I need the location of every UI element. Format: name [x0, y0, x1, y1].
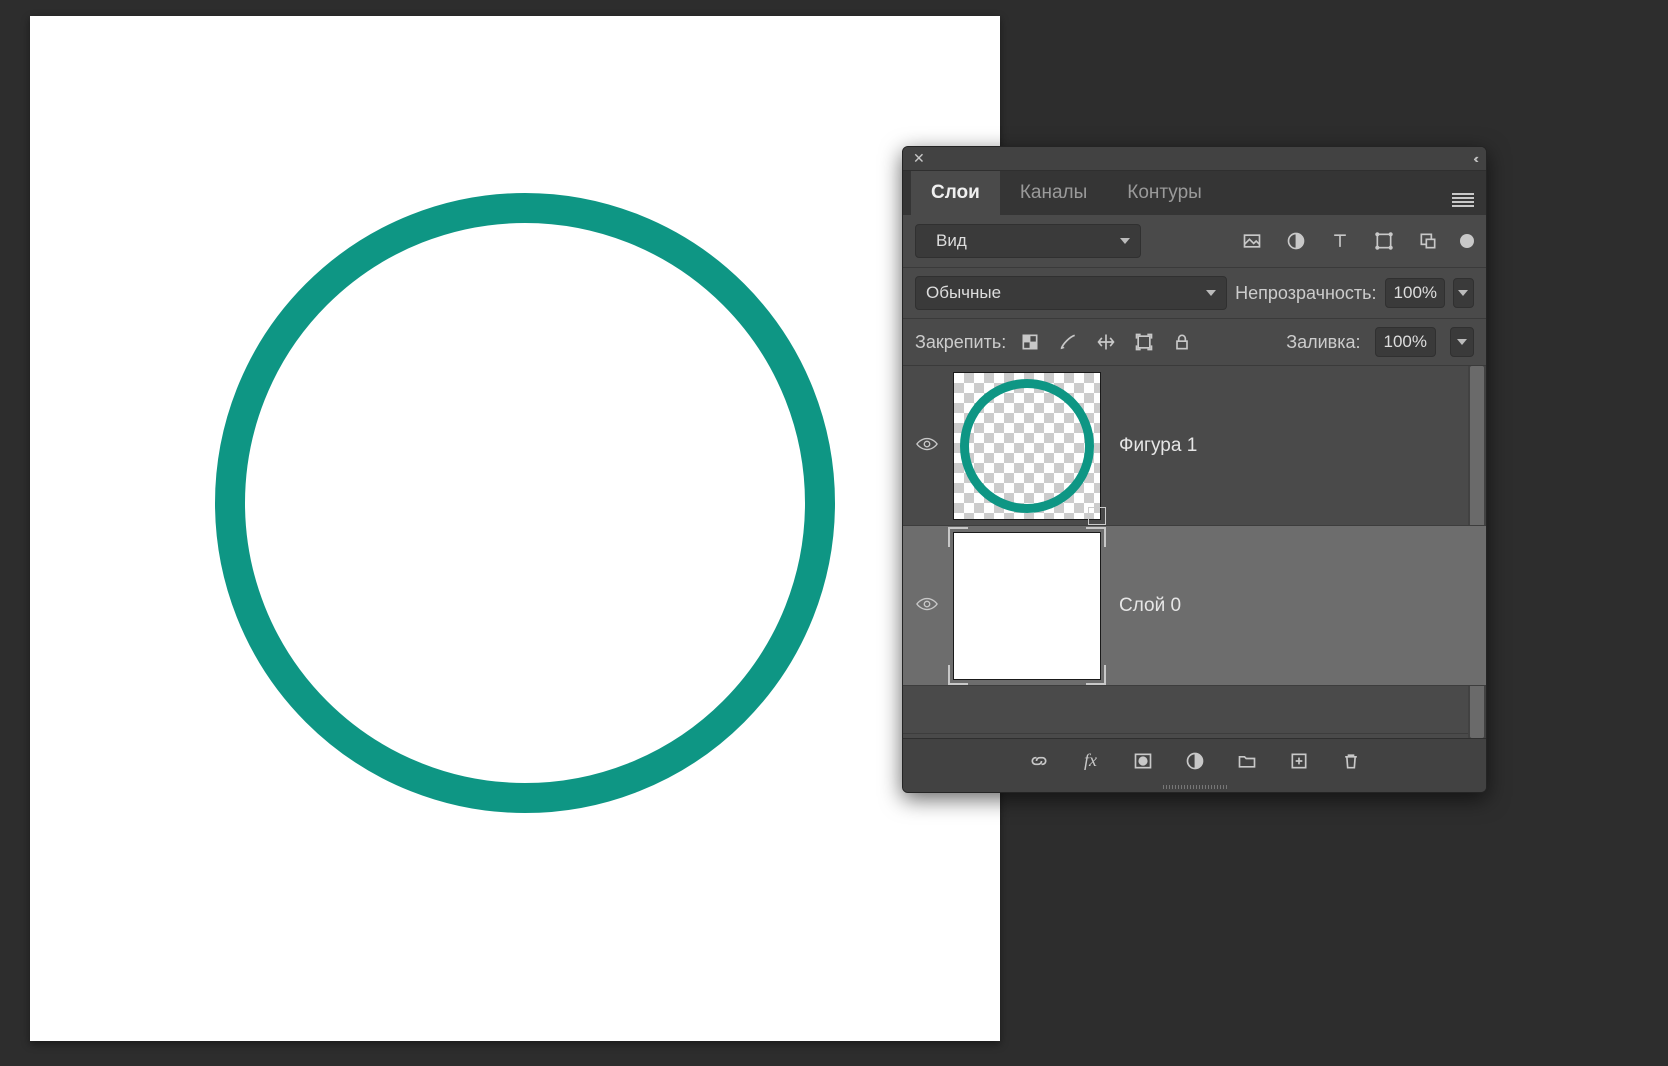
group-icon[interactable]	[1237, 751, 1257, 771]
fill-value[interactable]: 100%	[1375, 327, 1436, 357]
filter-shape-icon[interactable]	[1374, 231, 1394, 251]
canvas-bounds-icon	[948, 527, 1106, 685]
opacity-label: Непрозрачность:	[1235, 283, 1376, 304]
layer-mask-icon[interactable]	[1133, 751, 1153, 771]
shape-circle-ring[interactable]	[215, 193, 835, 813]
shape-ring-thumb-icon	[960, 379, 1094, 513]
filter-toggle[interactable]	[1460, 234, 1474, 248]
opacity-stepper[interactable]	[1453, 278, 1474, 308]
adjustment-layer-icon[interactable]	[1185, 751, 1205, 771]
fill-label: Заливка:	[1286, 332, 1360, 353]
chevron-down-icon	[1206, 290, 1216, 296]
layer-name[interactable]: Слой 0	[1119, 595, 1181, 617]
eye-icon	[916, 595, 938, 609]
tab-layers[interactable]: Слои	[911, 171, 1000, 215]
panel-menu-icon[interactable]	[1452, 179, 1474, 207]
eye-icon	[916, 435, 938, 449]
blend-mode-select[interactable]: Обычные	[915, 276, 1227, 310]
layers-list: Фигура 1 Слой 0	[903, 366, 1486, 738]
tab-paths[interactable]: Контуры	[1107, 171, 1222, 215]
layer-row[interactable]: Фигура 1	[903, 366, 1486, 526]
tab-label: Каналы	[1020, 182, 1087, 204]
lock-row: Закрепить: Заливка: 100%	[903, 319, 1486, 366]
filter-pixel-icon[interactable]	[1242, 231, 1262, 251]
layer-row[interactable]: Слой 0	[903, 526, 1486, 686]
lock-brush-icon[interactable]	[1058, 332, 1078, 352]
filter-row: Вид	[903, 215, 1486, 268]
lock-position-icon[interactable]	[1096, 332, 1116, 352]
panel-resize-grip[interactable]	[903, 782, 1486, 792]
opacity-value[interactable]: 100%	[1385, 278, 1445, 308]
fill-stepper[interactable]	[1450, 327, 1474, 357]
delete-layer-icon[interactable]	[1341, 751, 1361, 771]
layers-bottom-bar: fx	[903, 738, 1486, 782]
layers-empty-area[interactable]	[903, 686, 1486, 734]
layer-style-icon[interactable]: fx	[1081, 751, 1101, 771]
visibility-toggle[interactable]	[903, 595, 951, 616]
panel-tabs: Слои Каналы Контуры	[903, 171, 1486, 215]
blend-mode-label: Обычные	[926, 283, 1001, 303]
tab-channels[interactable]: Каналы	[1000, 171, 1107, 215]
lock-pixels-icon[interactable]	[1020, 332, 1040, 352]
lock-label: Закрепить:	[915, 332, 1006, 353]
blend-row: Обычные Непрозрачность: 100%	[903, 268, 1486, 319]
layer-thumbnail[interactable]	[953, 532, 1101, 680]
filter-adjust-icon[interactable]	[1286, 231, 1306, 251]
lock-all-icon[interactable]	[1172, 332, 1192, 352]
canvas-document[interactable]	[30, 16, 1000, 1041]
filter-kind-select[interactable]: Вид	[915, 224, 1141, 258]
layer-name[interactable]: Фигура 1	[1119, 435, 1197, 457]
visibility-toggle[interactable]	[903, 435, 951, 456]
lock-artboard-icon[interactable]	[1134, 332, 1154, 352]
shape-badge-icon	[1088, 507, 1106, 525]
filter-kind-label: Вид	[936, 231, 967, 251]
filter-type-icon[interactable]	[1330, 231, 1350, 251]
filter-smart-icon[interactable]	[1418, 231, 1438, 251]
chevron-down-icon	[1120, 238, 1130, 244]
layer-thumbnail[interactable]	[953, 372, 1101, 520]
tab-label: Слои	[931, 182, 980, 204]
collapse-icon[interactable]: ‹‹	[1473, 151, 1476, 166]
close-icon[interactable]: ✕	[913, 150, 925, 167]
panel-titlebar[interactable]: ✕ ‹‹	[903, 147, 1486, 171]
tab-label: Контуры	[1127, 182, 1202, 204]
filter-icons	[1242, 231, 1438, 251]
new-layer-icon[interactable]	[1289, 751, 1309, 771]
link-layers-icon[interactable]	[1029, 751, 1049, 771]
layers-panel: ✕ ‹‹ Слои Каналы Контуры Вид	[902, 146, 1487, 793]
